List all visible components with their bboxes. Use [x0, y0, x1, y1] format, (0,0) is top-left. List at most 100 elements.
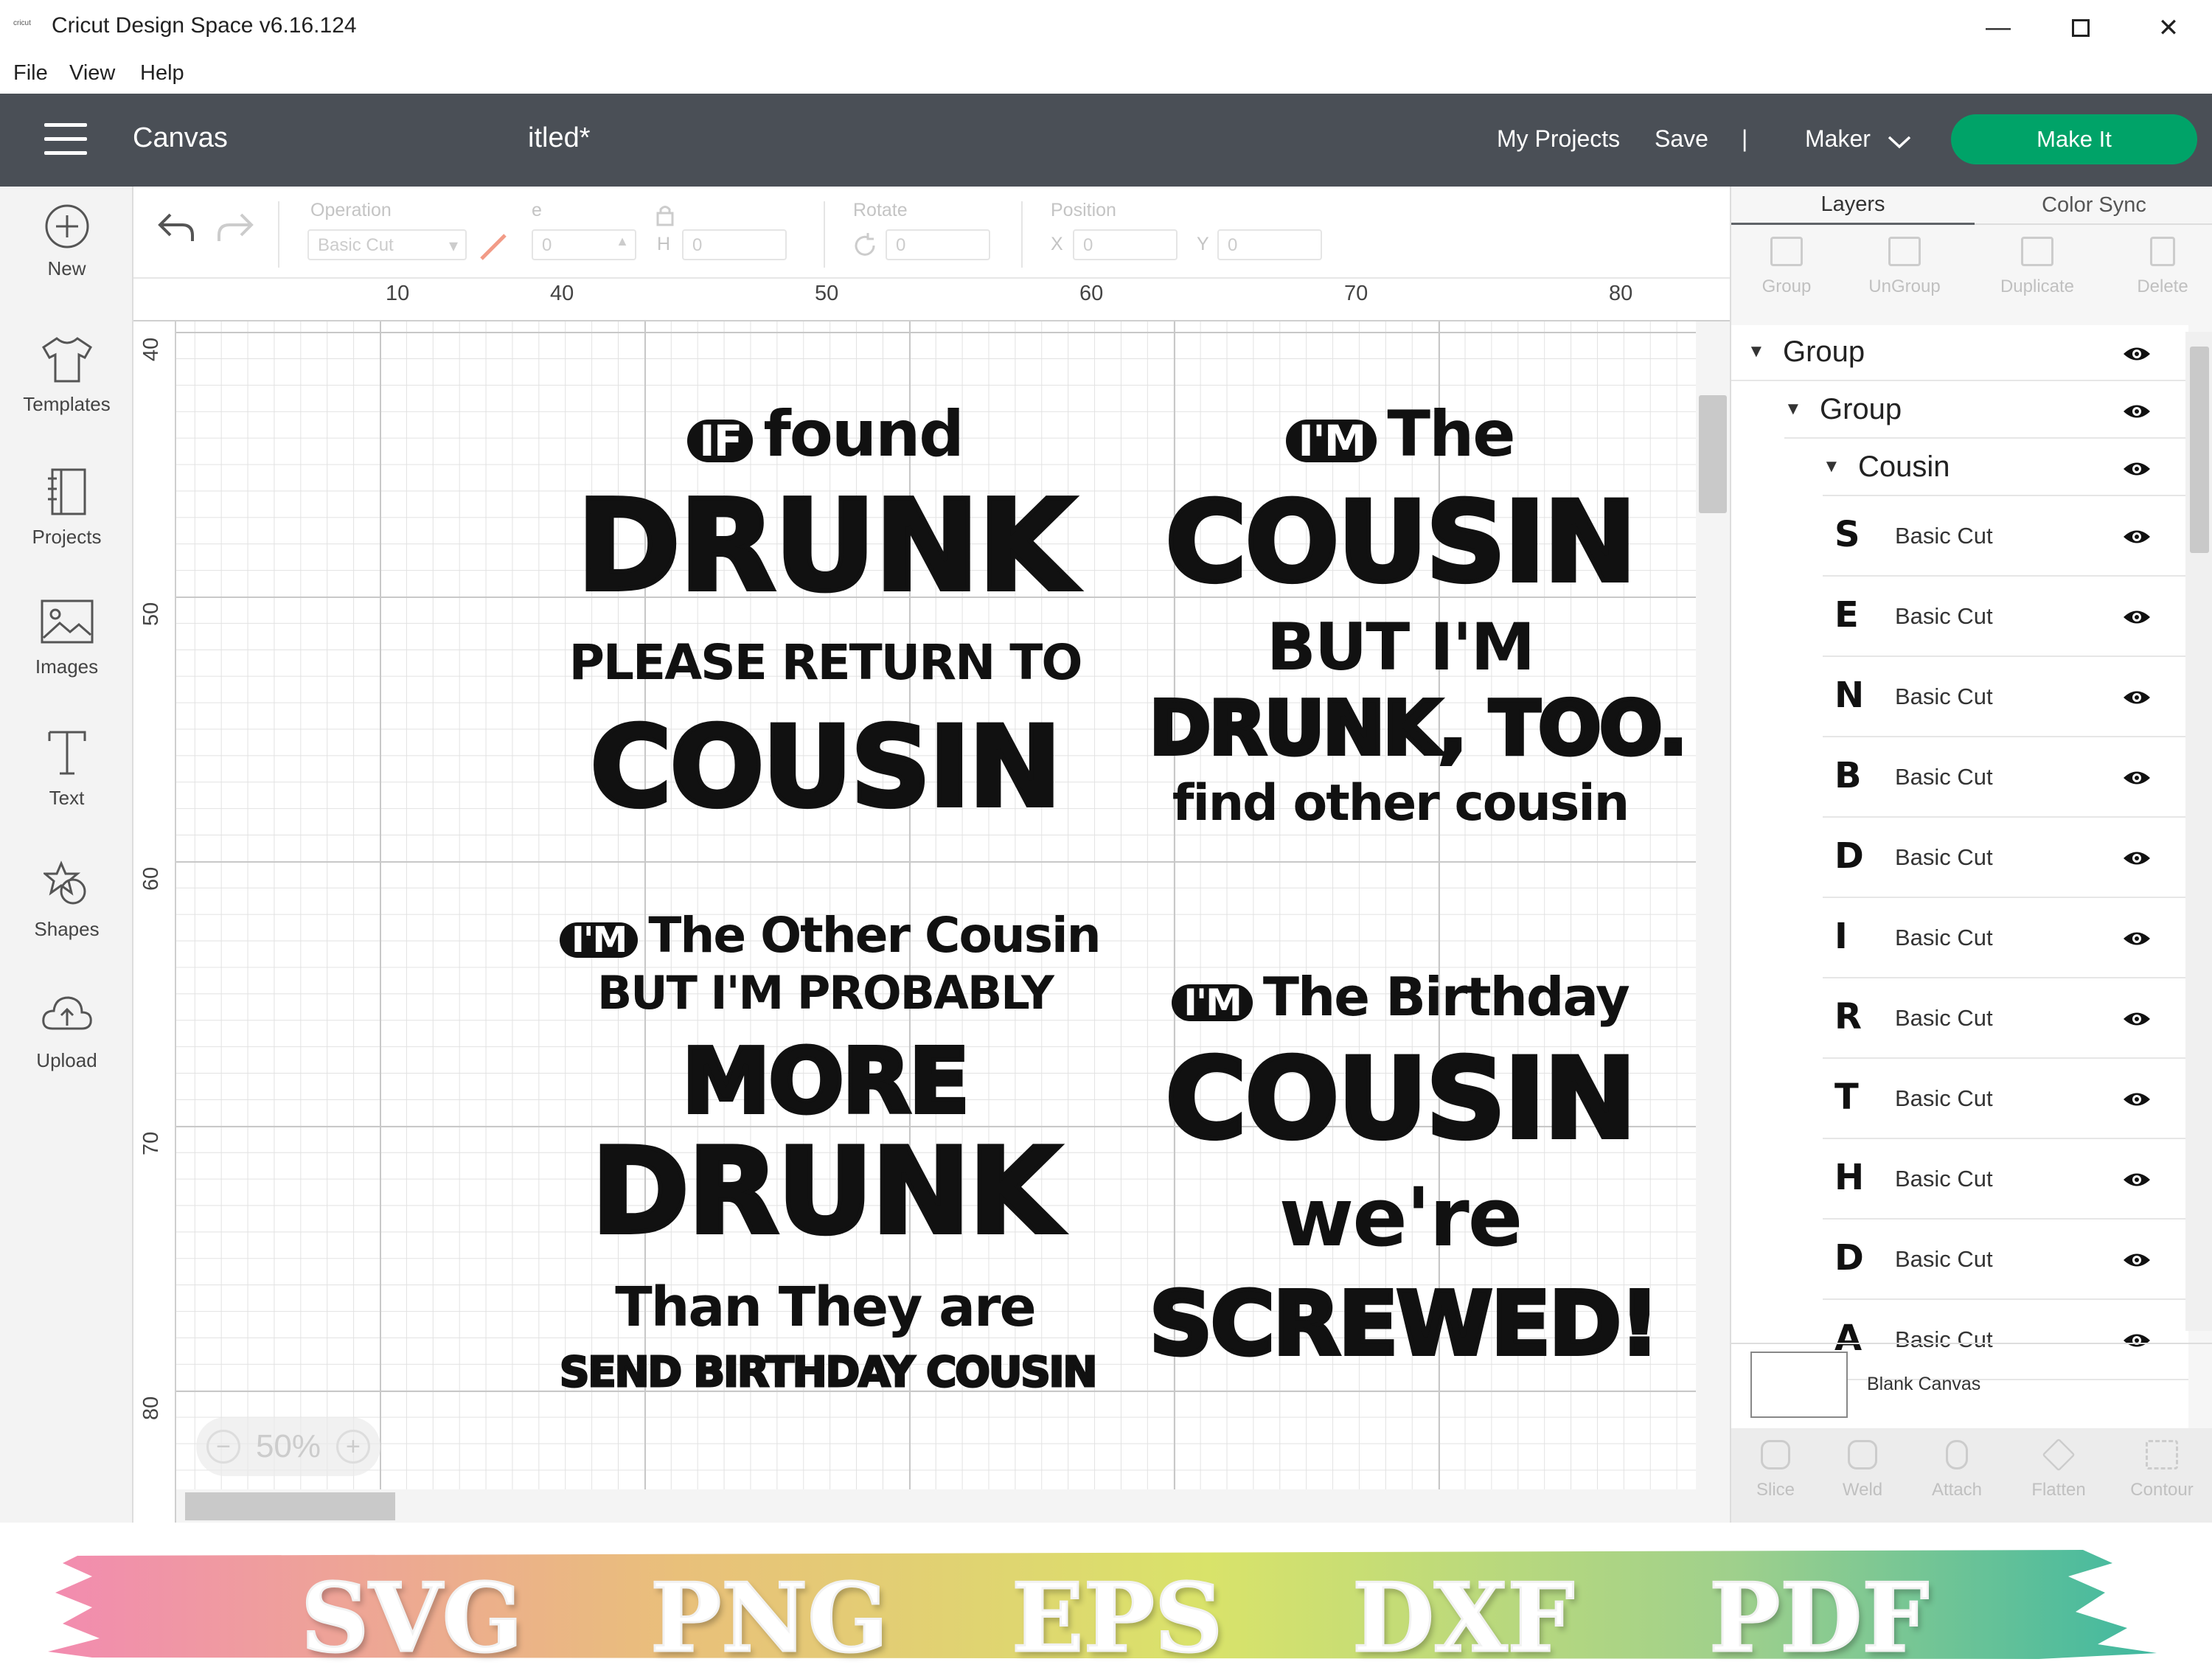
operation-select[interactable]: Basic Cut ▾	[307, 229, 467, 260]
redo-icon[interactable]	[215, 209, 256, 246]
blank-canvas-swatch[interactable]	[1750, 1352, 1848, 1418]
layer-row[interactable]: I Basic Cut	[1823, 900, 2188, 978]
design-line: PLEASE RETURN TO	[568, 634, 1083, 691]
design-line: we're	[1279, 1170, 1523, 1265]
height-input[interactable]: 0	[682, 229, 787, 260]
layer-operation: Basic Cut	[1895, 844, 1993, 870]
layer-group[interactable]: ▼ Group	[1784, 383, 2188, 439]
design-if-found-drunk[interactable]: IF found DRUNK PLEASE RETURN TO COUSIN	[560, 403, 1091, 845]
machine-select[interactable]: Maker	[1805, 125, 1871, 153]
design-other-cousin[interactable]: I'M The Other Cousin BUT I'M PROBABLY MOR…	[559, 911, 1102, 1413]
design-im-the-cousin[interactable]: I'M The COUSIN BUT I'M DRUNK, TOO. find o…	[1147, 403, 1689, 845]
eye-icon[interactable]	[2122, 688, 2152, 707]
scroll-thumb[interactable]	[1699, 395, 1727, 513]
ruler-tick-label: 70	[1344, 282, 1368, 305]
sidebar-item-upload[interactable]: Upload	[0, 990, 133, 1072]
eye-icon[interactable]	[2122, 1009, 2152, 1029]
design-line: BUT I'M PROBABLY	[597, 966, 1054, 1020]
maximize-icon[interactable]	[2055, 7, 2107, 48]
color-swatch-icon[interactable]	[477, 231, 509, 263]
canvas-horizontal-scrollbar[interactable]	[176, 1489, 1696, 1523]
lock-icon[interactable]	[654, 203, 676, 228]
caret-down-icon[interactable]: ▼	[1747, 341, 1765, 362]
my-projects-link[interactable]: My Projects	[1497, 125, 1620, 153]
eye-icon[interactable]	[2122, 849, 2152, 868]
layer-row[interactable]: E Basic Cut	[1823, 578, 2188, 657]
eye-icon[interactable]	[2122, 768, 2152, 787]
sidebar-item-text[interactable]: Text	[0, 726, 133, 810]
eye-icon[interactable]	[2122, 608, 2152, 627]
delete-button[interactable]: Delete	[2115, 237, 2211, 297]
chevron-down-icon[interactable]	[1888, 135, 1911, 150]
make-it-button[interactable]: Make It	[1951, 114, 2197, 164]
attach-button[interactable]: Attach	[1913, 1440, 2001, 1500]
eye-icon[interactable]	[2122, 1331, 2152, 1350]
layers-scrollbar[interactable]	[2185, 332, 2212, 1331]
weld-button[interactable]: Weld	[1826, 1440, 1899, 1500]
eye-icon[interactable]	[2122, 527, 2152, 546]
sidebar-item-shapes[interactable]: Shapes	[0, 859, 133, 941]
layer-row[interactable]: T Basic Cut	[1823, 1060, 2188, 1139]
layer-row[interactable]: D Basic Cut	[1823, 1221, 2188, 1300]
slice-button[interactable]: Slice	[1739, 1440, 1812, 1500]
zoom-out-button[interactable]: −	[206, 1430, 240, 1464]
duplicate-icon	[2021, 237, 2053, 266]
rotate-input[interactable]: 0	[886, 229, 990, 260]
canvas-vertical-scrollbar[interactable]	[1696, 321, 1730, 1523]
scroll-thumb[interactable]	[2190, 347, 2209, 553]
layer-group[interactable]: ▼ Group	[1731, 325, 2188, 381]
sidebar-item-templates[interactable]: Templates	[0, 334, 133, 416]
design-birthday-cousin[interactable]: I'M The Birthday COUSIN we're SCREWED!	[1147, 970, 1662, 1413]
duplicate-button[interactable]: Duplicate	[1975, 237, 2100, 297]
undo-icon[interactable]	[156, 209, 197, 246]
scroll-thumb[interactable]	[185, 1492, 395, 1520]
sidebar-item-images[interactable]: Images	[0, 596, 133, 678]
sidebar-item-new[interactable]: New	[0, 203, 133, 280]
eye-icon[interactable]	[2122, 1170, 2152, 1189]
contour-button[interactable]: Contour	[2116, 1440, 2208, 1500]
layer-row[interactable]: S Basic Cut	[1823, 498, 2188, 577]
project-title[interactable]: itled*	[528, 122, 591, 154]
layer-operation: Basic Cut	[1895, 1085, 1993, 1111]
eye-icon[interactable]	[2122, 1090, 2152, 1109]
layer-row[interactable]: A Basic Cut	[1823, 1301, 2188, 1380]
menu-help[interactable]: Help	[140, 61, 184, 86]
close-icon[interactable]: ✕	[2143, 7, 2194, 48]
eye-icon[interactable]	[2122, 1251, 2152, 1270]
save-button[interactable]: Save	[1655, 125, 1708, 153]
ungroup-button[interactable]: UnGroup	[1857, 237, 1952, 297]
zoom-control: − 50% +	[196, 1417, 380, 1476]
minimize-icon[interactable]: —	[1972, 7, 2024, 48]
notebook-icon	[47, 468, 86, 515]
layer-row[interactable]: R Basic Cut	[1823, 980, 2188, 1059]
slice-icon	[1761, 1440, 1790, 1469]
flatten-button[interactable]: Flatten	[2014, 1438, 2103, 1500]
eye-icon[interactable]	[2122, 459, 2152, 479]
y-position-input[interactable]: 0	[1217, 229, 1322, 260]
width-input[interactable]: 0 ▲	[532, 229, 636, 260]
design-canvas[interactable]: IF found DRUNK PLEASE RETURN TO COUSIN I'…	[176, 321, 1696, 1489]
eye-icon[interactable]	[2122, 344, 2152, 364]
blank-canvas-label: Blank Canvas	[1867, 1374, 1981, 1394]
menu-view[interactable]: View	[69, 61, 115, 86]
y-value: 0	[1228, 235, 1238, 255]
layer-row[interactable]: N Basic Cut	[1823, 658, 2188, 737]
eye-icon[interactable]	[2122, 929, 2152, 948]
caret-down-icon[interactable]: ▼	[1784, 399, 1802, 420]
x-position-input[interactable]: 0	[1073, 229, 1178, 260]
sidebar-item-projects[interactable]: Projects	[0, 467, 133, 549]
zoom-in-button[interactable]: +	[335, 1430, 370, 1464]
caret-down-icon[interactable]: ▼	[1823, 456, 1840, 477]
menu-file[interactable]: File	[13, 61, 48, 86]
tab-layers[interactable]: Layers	[1731, 187, 1975, 225]
eye-icon[interactable]	[2122, 402, 2152, 421]
layer-row[interactable]: B Basic Cut	[1823, 739, 2188, 818]
layer-group-cousin[interactable]: ▼ Cousin	[1823, 440, 2188, 496]
hamburger-menu-icon[interactable]	[44, 123, 87, 156]
group-button[interactable]: Group	[1739, 237, 1834, 297]
layer-row[interactable]: D Basic Cut	[1823, 819, 2188, 898]
layer-row[interactable]: H Basic Cut	[1823, 1141, 2188, 1220]
tab-color-sync[interactable]: Color Sync	[1975, 187, 2212, 225]
rotate-icon	[855, 233, 875, 256]
design-line: The Other Cousin	[648, 907, 1101, 964]
